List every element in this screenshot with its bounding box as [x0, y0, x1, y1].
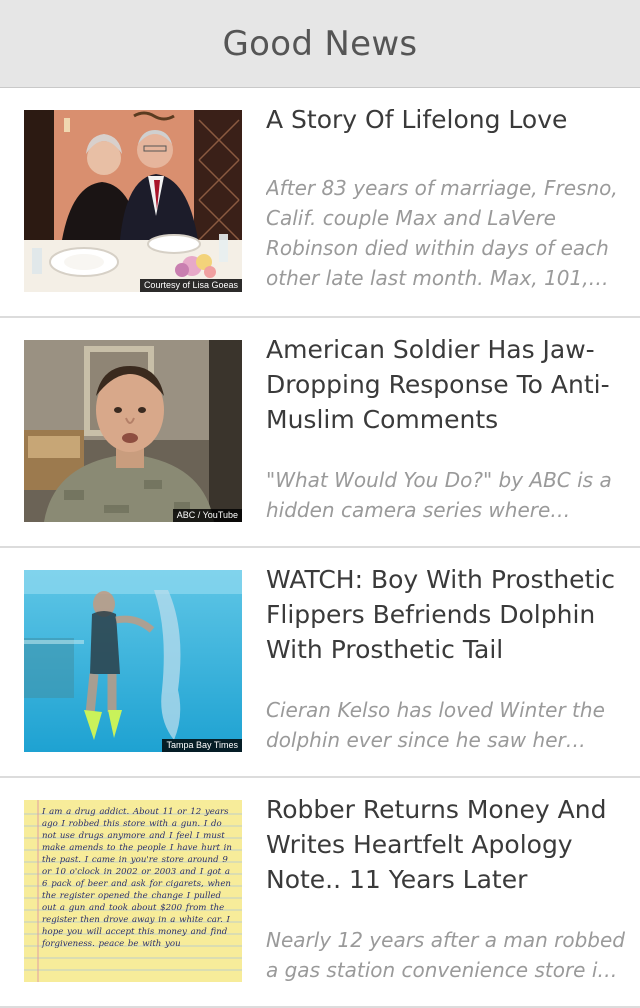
- article-item[interactable]: I am a drug addict. About 11 or 12 years…: [0, 778, 640, 1008]
- handwritten-note-text: I am a drug addict. About 11 or 12 years…: [42, 807, 232, 949]
- article-summary: Cieran Kelso has loved Winter the dolphi…: [266, 698, 605, 752]
- article-headline[interactable]: WATCH: Boy With Prosthetic Flippers Befr…: [266, 562, 626, 667]
- news-feed[interactable]: Courtesy of Lisa Goeas A Story Of Lifelo…: [0, 88, 640, 1008]
- article-headline[interactable]: American Soldier Has Jaw-Dropping Respon…: [266, 332, 626, 437]
- article-text[interactable]: WATCH: Boy With Prosthetic Flippers Befr…: [266, 562, 626, 755]
- article-headline[interactable]: A Story Of Lifelong Love: [266, 102, 626, 137]
- app-header: Good News: [0, 0, 640, 88]
- article-text[interactable]: American Soldier Has Jaw-Dropping Respon…: [266, 332, 626, 525]
- underwater-swimmer-photo[interactable]: Tampa Bay Times: [24, 570, 242, 752]
- elderly-couple-photo[interactable]: Courtesy of Lisa Goeas: [24, 110, 242, 292]
- article-text[interactable]: A Story Of Lifelong Love After 83 years …: [266, 102, 626, 293]
- article-summary: Nearly 12 years after a man robbed a gas…: [266, 928, 625, 982]
- article-headline[interactable]: Robber Returns Money And Writes Heartfel…: [266, 792, 626, 897]
- article-summary: "What Would You Do?" by ABC is a hidden …: [266, 468, 612, 522]
- photo-credit: Courtesy of Lisa Goeas: [139, 279, 242, 292]
- photo-credit: Tampa Bay Times: [162, 739, 242, 752]
- handwritten-note-photo[interactable]: I am a drug addict. About 11 or 12 years…: [24, 800, 242, 982]
- soldier-photo[interactable]: ABC / YouTube: [24, 340, 242, 522]
- article-item[interactable]: Tampa Bay Times WATCH: Boy With Prosthet…: [0, 548, 640, 778]
- article-item[interactable]: Courtesy of Lisa Goeas A Story Of Lifelo…: [0, 88, 640, 318]
- article-summary: After 83 years of marriage, Fresno, Cali…: [266, 176, 618, 290]
- photo-credit: ABC / YouTube: [172, 509, 242, 522]
- article-text[interactable]: Robber Returns Money And Writes Heartfel…: [266, 792, 626, 985]
- page-title: Good News: [222, 23, 418, 64]
- article-item[interactable]: ABC / YouTube American Soldier Has Jaw-D…: [0, 318, 640, 548]
